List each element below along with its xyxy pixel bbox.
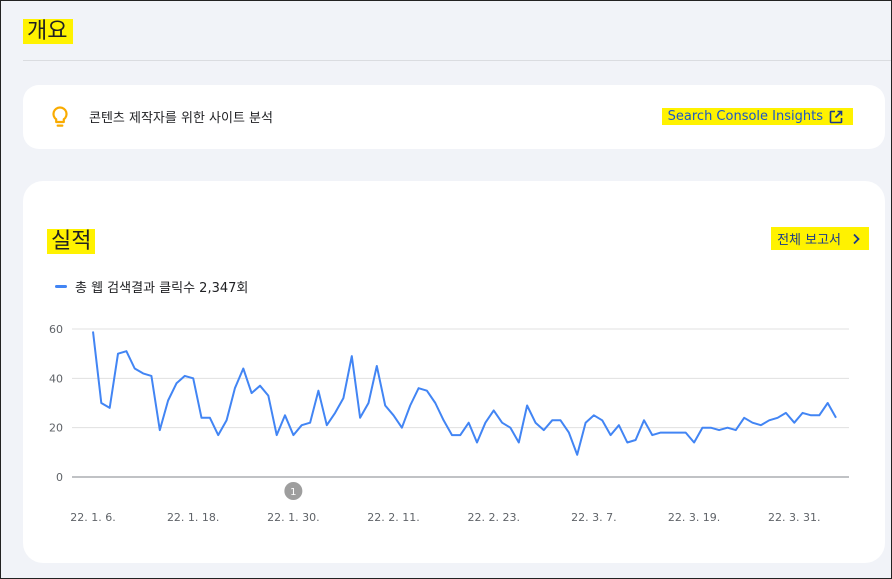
insights-description: 콘텐츠 제작자를 위한 사이트 분석 — [89, 111, 273, 126]
x-tick-label: 22. 3. 19. — [668, 511, 720, 524]
annotation-label: 1 — [290, 487, 296, 498]
header-divider — [23, 60, 891, 61]
x-tick-label: 22. 2. 23. — [467, 511, 519, 524]
performance-card: 실적 전체 보고서 총 웹 검색결과 클릭수 2,347회 0 20 40 60 22.… — [23, 181, 885, 563]
x-tick-label: 22. 1. 6. — [70, 511, 115, 524]
lightbulb-icon — [52, 106, 68, 127]
x-tick-label: 22. 2. 11. — [367, 511, 419, 524]
insights-link-label: Search Console Insights — [667, 109, 823, 124]
open-in-new-icon — [829, 110, 843, 123]
y-tick-label: 40 — [49, 372, 63, 385]
page-title: 개요 — [23, 13, 74, 45]
series-line-clicks — [92, 331, 837, 456]
clicks-line-chart: 0 20 40 60 22. 1. 6. 22. 1. 18. 22. 1. 30. 22. … — [49, 323, 849, 524]
y-tick-label: 60 — [49, 323, 63, 336]
y-tick-label: 0 — [56, 471, 63, 484]
insights-card: 콘텐츠 제작자를 위한 사이트 분석 Search Console Insigh… — [23, 85, 885, 149]
x-tick-label: 22. 3. 7. — [571, 511, 616, 524]
y-tick-label: 20 — [49, 422, 63, 435]
x-tick-label: 22. 1. 30. — [267, 511, 319, 524]
x-tick-label: 22. 3. 31. — [768, 511, 820, 524]
search-console-insights-link[interactable]: Search Console Insights — [661, 108, 853, 125]
x-tick-label: 22. 1. 18. — [167, 511, 219, 524]
